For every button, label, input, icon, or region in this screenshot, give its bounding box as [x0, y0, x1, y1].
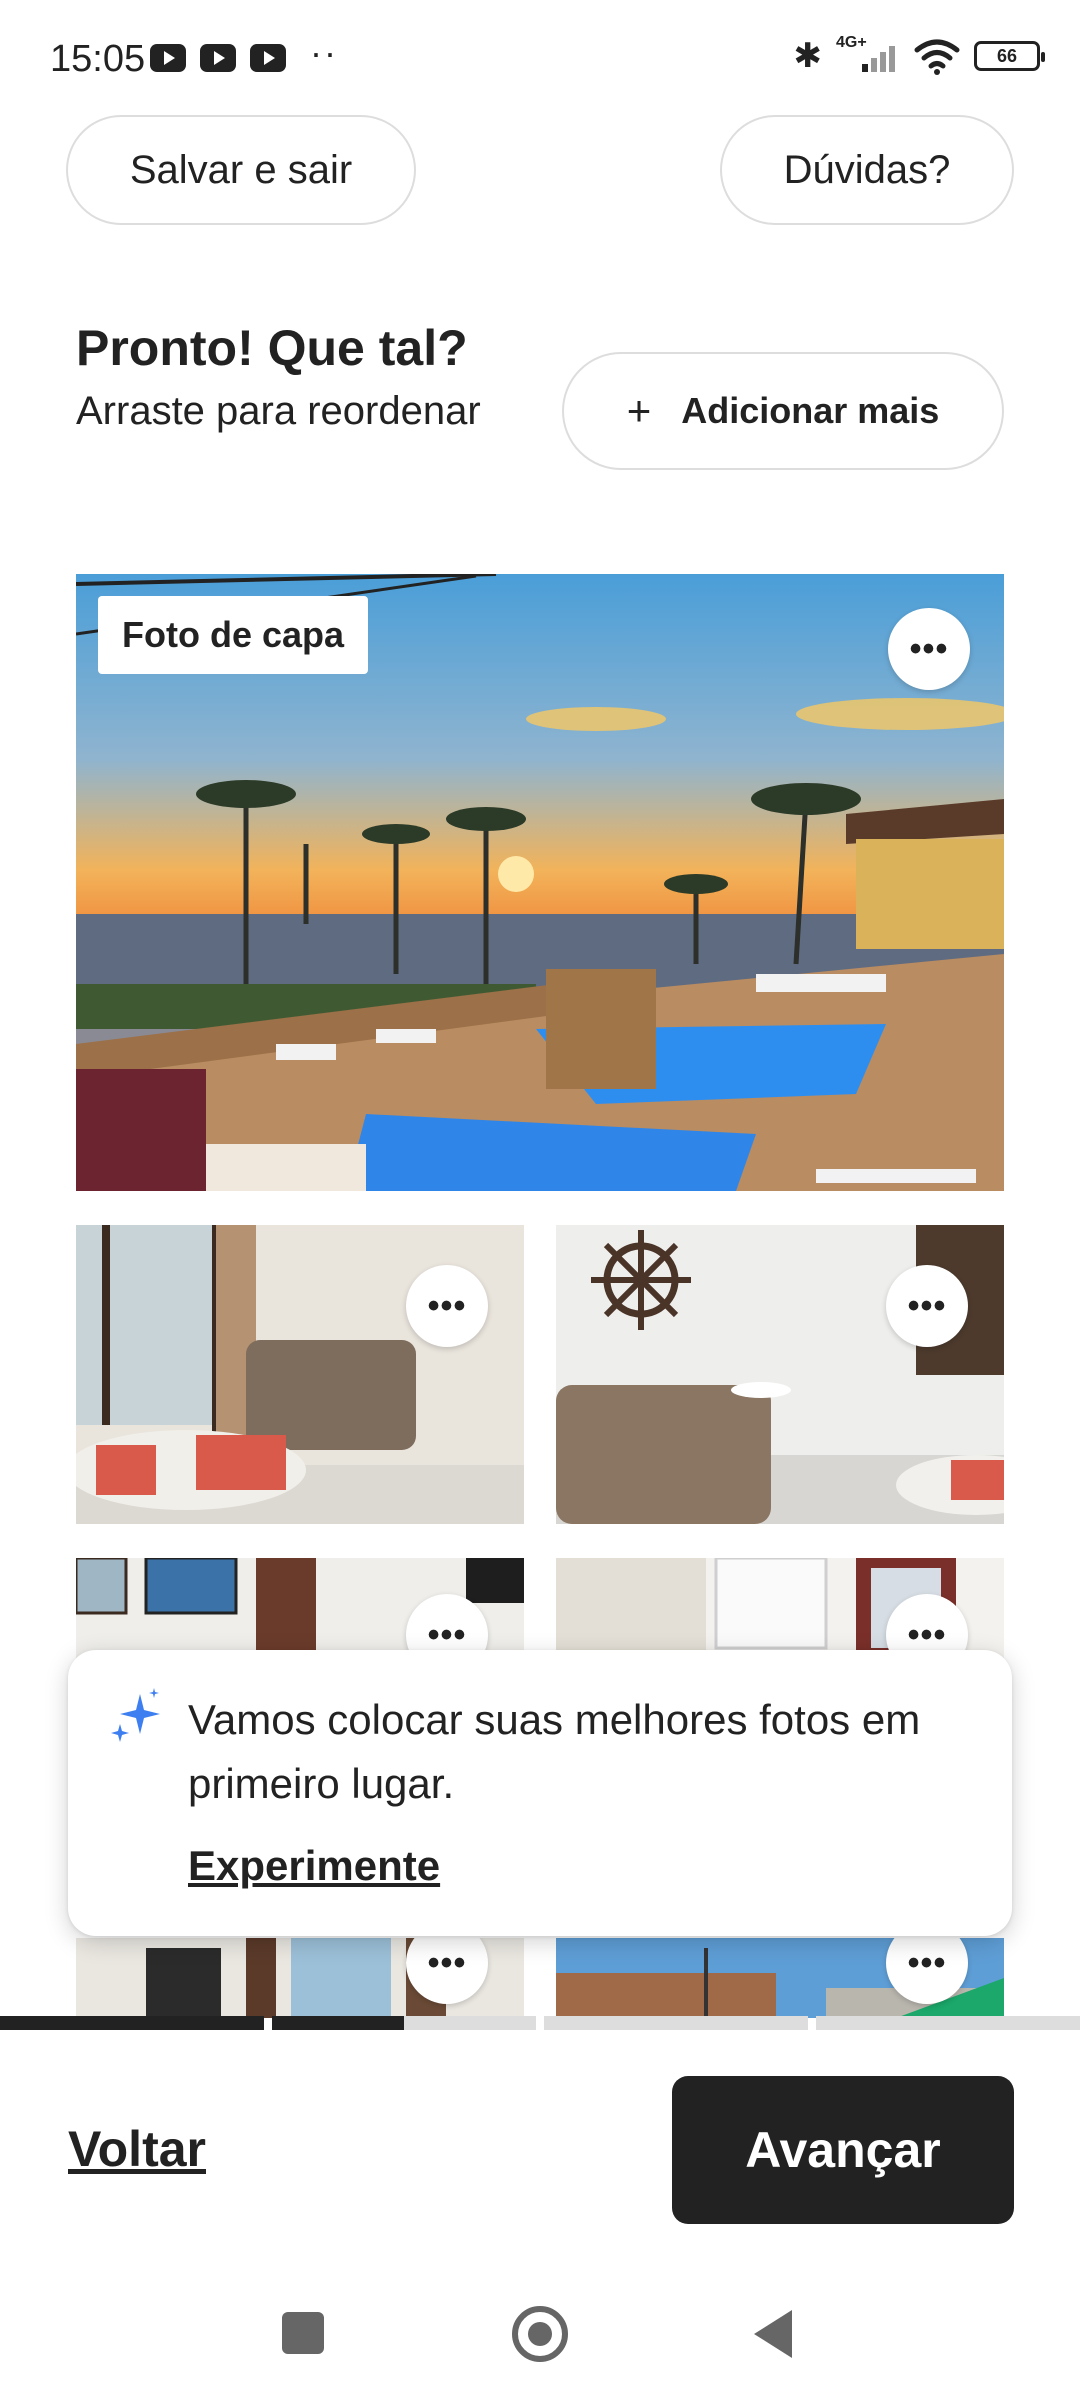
- add-more-button[interactable]: + Adicionar mais: [562, 352, 1004, 470]
- help-button[interactable]: Dúvidas?: [720, 115, 1014, 225]
- cellular-signal-icon: 4G+: [836, 34, 900, 76]
- save-and-exit-button[interactable]: Salvar e sair: [66, 115, 416, 225]
- sparkle-icon: [111, 1688, 160, 1742]
- system-navigation-bar: [0, 2270, 1080, 2400]
- progress-segment: [0, 2016, 264, 2030]
- photo-options-button[interactable]: •••: [886, 1265, 968, 1347]
- photo-options-button[interactable]: •••: [888, 608, 970, 690]
- page-subtitle: Arraste para reordenar: [76, 389, 481, 433]
- tip-card: Vamos colocar suas melhores fotos em pri…: [68, 1650, 1012, 1936]
- status-bar: 15:05 ·· ✱ 4G+ 66: [0, 0, 1080, 120]
- back-icon[interactable]: [754, 2310, 792, 2358]
- photo-thumbnail[interactable]: •••: [76, 1938, 524, 2018]
- recent-apps-icon[interactable]: [282, 2312, 324, 2354]
- bluetooth-icon: ✱: [793, 37, 823, 75]
- wifi-icon: [914, 39, 960, 75]
- photos-heading: Pronto! Que tal? Arraste para reordenar: [76, 318, 546, 442]
- photo-options-button[interactable]: •••: [406, 1265, 488, 1347]
- photo-thumbnail[interactable]: •••: [556, 1225, 1004, 1524]
- try-it-link[interactable]: Experimente: [188, 1842, 440, 1890]
- add-more-label: Adicionar mais: [681, 390, 940, 431]
- battery-icon: 66: [974, 41, 1045, 71]
- next-button[interactable]: Avançar: [672, 2076, 1014, 2224]
- status-time: 15:05: [50, 38, 146, 80]
- youtube-notification-icon: [150, 44, 186, 72]
- network-type: 4G+: [836, 34, 867, 51]
- progress-segment: [816, 2016, 1080, 2030]
- plus-icon: +: [626, 387, 652, 434]
- cover-photo-badge: Foto de capa: [98, 596, 369, 674]
- home-icon[interactable]: [512, 2306, 568, 2362]
- more-notifications-icon: ··: [310, 32, 338, 73]
- page-title: Pronto! Que tal?: [76, 320, 468, 376]
- youtube-notification-icon: [250, 44, 286, 72]
- step-progress-bar: [0, 2016, 1080, 2030]
- photo-thumbnail[interactable]: •••: [556, 1938, 1004, 2018]
- tip-text: Vamos colocar suas melhores fotos em pri…: [188, 1696, 921, 1807]
- cover-photo[interactable]: Foto de capa •••: [76, 574, 1004, 1191]
- progress-segment: [544, 2016, 808, 2030]
- progress-segment: [272, 2016, 536, 2030]
- battery-level: 66: [996, 45, 1018, 66]
- photo-thumbnail[interactable]: •••: [76, 1225, 524, 1524]
- back-button[interactable]: Voltar: [68, 2120, 206, 2178]
- youtube-notification-icon: [200, 44, 236, 72]
